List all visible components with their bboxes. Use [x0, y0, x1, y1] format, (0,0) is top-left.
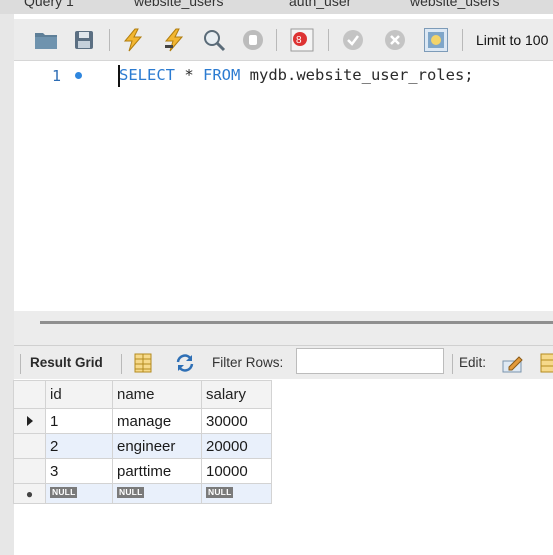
sql-table-ref: mydb.website_user_roles;	[240, 66, 474, 84]
toolbar-separator	[121, 354, 122, 374]
svg-text:8: 8	[296, 35, 302, 46]
column-header-name[interactable]: name	[112, 380, 202, 409]
statement-marker-icon	[75, 72, 82, 79]
sql-editor-toolbar: 8 Limit to 100	[14, 19, 553, 61]
new-row[interactable]: ● NULL NULL NULL	[13, 483, 272, 504]
result-toolbar: Result Grid Filter Rows: Edit:	[14, 345, 553, 379]
toggle-stop-on-error-icon[interactable]: 8	[290, 28, 314, 52]
row-header[interactable]	[13, 458, 46, 484]
edit-row-icon[interactable]	[502, 352, 524, 374]
cell-id-null[interactable]: NULL	[45, 483, 113, 504]
sql-editor[interactable]: 1 SELECT * FROM mydb.website_user_roles;	[14, 61, 553, 311]
line-number: 1	[52, 67, 62, 85]
new-row-star-icon: ●	[25, 487, 34, 501]
tab-query-1[interactable]: Query 1	[24, 0, 74, 9]
toolbar-separator	[328, 29, 329, 51]
filter-rows-label: Filter Rows:	[212, 355, 284, 370]
folder-open-icon[interactable]	[34, 28, 58, 52]
edit-label: Edit:	[459, 355, 487, 370]
tab-website-users[interactable]: website_users	[134, 0, 224, 9]
commit-icon[interactable]	[341, 28, 365, 52]
sql-keyword-from: FROM	[203, 66, 241, 84]
refresh-icon[interactable]	[174, 352, 196, 374]
explain-magnifier-icon[interactable]	[202, 28, 226, 52]
cell-salary[interactable]: 10000	[201, 458, 272, 484]
new-row-indicator[interactable]: ●	[13, 483, 46, 504]
row-header[interactable]	[13, 433, 46, 459]
current-row-arrow-icon	[26, 415, 33, 426]
sql-star: *	[175, 66, 203, 84]
panel-splitter-area	[14, 311, 553, 345]
toolbar-separator	[276, 29, 277, 51]
execute-cursor-lightning-icon[interactable]	[162, 28, 186, 52]
insert-row-icon[interactable]	[538, 352, 553, 374]
autocommit-toggle-icon[interactable]	[424, 28, 448, 52]
result-grid-tab[interactable]: Result Grid	[30, 355, 103, 370]
cell-name[interactable]: parttime	[112, 458, 202, 484]
cell-salary-null[interactable]: NULL	[201, 483, 272, 504]
cell-id[interactable]: 2	[45, 433, 113, 459]
filter-rows-input[interactable]	[296, 348, 444, 374]
null-badge: NULL	[117, 487, 145, 498]
sql-keyword-select: SELECT	[119, 66, 175, 84]
table-row[interactable]: 1 manage 30000	[13, 408, 272, 434]
cell-name[interactable]: engineer	[112, 433, 202, 459]
panel-splitter[interactable]	[40, 321, 553, 324]
left-panel-edge	[0, 14, 14, 555]
column-header-salary[interactable]: salary	[201, 380, 272, 409]
null-badge: NULL	[50, 487, 78, 498]
toolbar-separator	[20, 354, 21, 374]
query-tab-bar: Query 1 website_users auth_user website_…	[0, 0, 553, 14]
cell-id[interactable]: 3	[45, 458, 113, 484]
cell-name[interactable]: manage	[112, 408, 202, 434]
current-row-indicator[interactable]	[13, 408, 46, 434]
table-row[interactable]: 3 parttime 10000	[13, 458, 272, 484]
toolbar-separator	[452, 354, 453, 374]
result-grid: id name salary 1 manage 30000 2 engineer…	[13, 380, 272, 504]
cell-salary[interactable]: 30000	[201, 408, 272, 434]
table-row[interactable]: 2 engineer 20000	[13, 433, 272, 459]
toolbar-separator	[462, 29, 463, 51]
row-header-corner	[13, 380, 46, 409]
execute-lightning-icon[interactable]	[121, 28, 145, 52]
row-limit-select[interactable]: Limit to 100	[476, 32, 548, 48]
cell-id[interactable]: 1	[45, 408, 113, 434]
stop-icon[interactable]	[241, 28, 265, 52]
cell-name-null[interactable]: NULL	[112, 483, 202, 504]
tab-website-users-2[interactable]: website_users	[410, 0, 500, 9]
grid-layout-icon[interactable]	[132, 352, 154, 374]
column-header-id[interactable]: id	[45, 380, 113, 409]
sql-statement[interactable]: SELECT * FROM mydb.website_user_roles;	[119, 66, 474, 84]
rollback-icon[interactable]	[383, 28, 407, 52]
save-icon[interactable]	[72, 28, 96, 52]
cell-salary[interactable]: 20000	[201, 433, 272, 459]
null-badge: NULL	[206, 487, 234, 498]
toolbar-separator	[109, 29, 110, 51]
tab-auth-user[interactable]: auth_user	[289, 0, 351, 9]
